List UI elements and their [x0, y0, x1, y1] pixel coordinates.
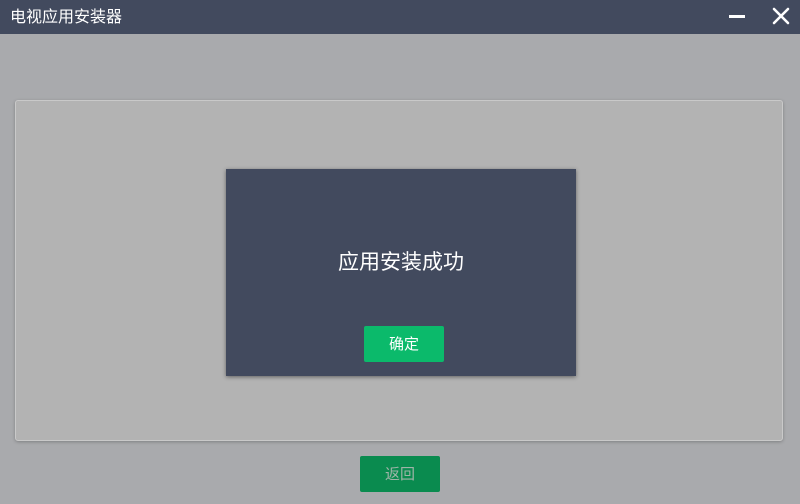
minimize-button[interactable]	[722, 2, 752, 32]
minimize-icon	[729, 15, 745, 18]
back-button[interactable]: 返回	[360, 456, 440, 492]
window-title: 电视应用安装器	[10, 7, 123, 26]
close-button[interactable]	[766, 2, 796, 32]
dialog-message: 应用安装成功	[338, 250, 464, 274]
close-icon	[772, 7, 790, 25]
success-dialog: 应用安装成功 确定	[226, 169, 576, 376]
confirm-button[interactable]: 确定	[364, 326, 444, 362]
title-bar: 电视应用安装器	[0, 0, 800, 34]
